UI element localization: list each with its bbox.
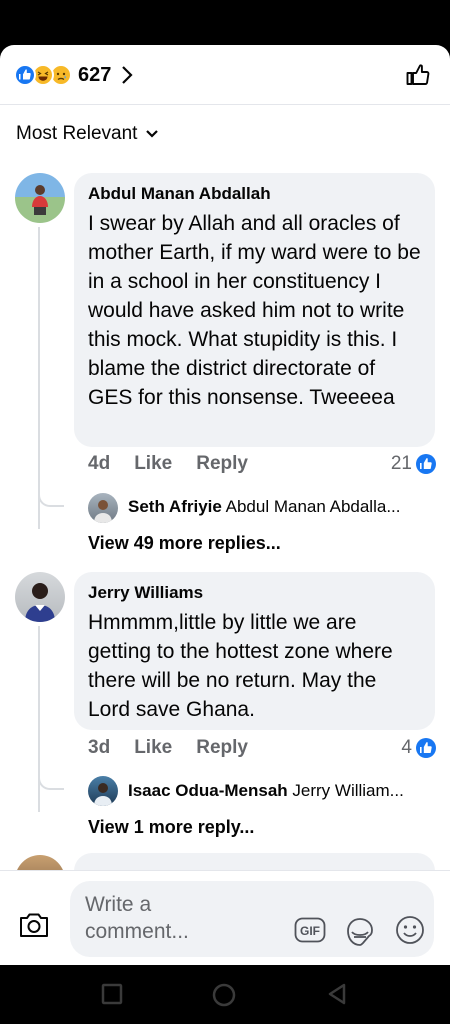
sort-label: Most Relevant bbox=[16, 123, 138, 144]
view-more-replies-link[interactable]: View 1 more reply... bbox=[88, 817, 254, 838]
comment-bubble[interactable]: Abdul Manan Abdallah I swear by Allah an… bbox=[74, 173, 435, 447]
comment-composer: Write a comment... GIF bbox=[0, 870, 450, 965]
reply-author[interactable]: Isaac Odua-Mensah bbox=[128, 781, 288, 800]
comment-actions: 3d Like Reply bbox=[88, 737, 248, 759]
thread-line bbox=[38, 227, 40, 529]
avatar[interactable] bbox=[15, 572, 65, 622]
comment-age: 3d bbox=[88, 737, 111, 758]
system-nav-bar bbox=[0, 965, 450, 1024]
comment-age: 4d bbox=[88, 453, 111, 474]
like-count[interactable]: 21 bbox=[391, 453, 436, 475]
back-icon[interactable] bbox=[326, 983, 348, 1005]
comment-actions: 4d Like Reply bbox=[88, 453, 248, 475]
reaction-count: 627 bbox=[78, 63, 112, 86]
reply-author[interactable]: Seth Afriyie bbox=[128, 497, 222, 516]
reply-link[interactable]: Reply bbox=[196, 453, 248, 475]
reply-preview[interactable]: Isaac Odua-Mensah Jerry William... bbox=[128, 781, 404, 801]
like-outline-icon[interactable] bbox=[404, 61, 432, 89]
reactions-summary[interactable]: 627 bbox=[14, 62, 133, 88]
like-count-number: 4 bbox=[401, 737, 412, 758]
comment-author[interactable]: Jerry Williams bbox=[88, 582, 421, 604]
reply-connector bbox=[38, 491, 64, 507]
chevron-right-icon bbox=[122, 66, 133, 84]
reply-preview[interactable]: Seth Afriyie Abdul Manan Abdalla... bbox=[128, 497, 401, 517]
chevron-down-icon bbox=[146, 130, 159, 138]
avatar[interactable] bbox=[88, 493, 118, 523]
sticker-icon[interactable] bbox=[344, 917, 376, 947]
comment-text: I swear by Allah and all oracles of moth… bbox=[88, 212, 421, 409]
view-more-replies-link[interactable]: View 49 more replies... bbox=[88, 533, 281, 554]
like-count[interactable]: 4 bbox=[401, 737, 436, 759]
comment-placeholder: Write a comment... bbox=[85, 893, 189, 943]
reply-text: Jerry William... bbox=[292, 781, 404, 800]
comment-input[interactable]: Write a comment... GIF bbox=[70, 881, 434, 957]
camera-icon[interactable] bbox=[18, 911, 50, 939]
like-count-number: 21 bbox=[390, 453, 412, 474]
gif-icon[interactable]: GIF bbox=[294, 917, 326, 943]
reply-link[interactable]: Reply bbox=[196, 737, 248, 759]
home-icon[interactable] bbox=[212, 983, 236, 1007]
reactions-header: 627 bbox=[0, 45, 450, 105]
reply-text: Abdul Manan Abdalla... bbox=[225, 497, 401, 516]
recents-icon[interactable] bbox=[101, 983, 123, 1005]
reply-connector bbox=[38, 774, 64, 790]
svg-text:GIF: GIF bbox=[300, 924, 320, 938]
avatar[interactable] bbox=[15, 173, 65, 223]
comment-bubble[interactable]: Jerry Williams Hmmmm,little by little we… bbox=[74, 572, 435, 730]
like-reaction-icon bbox=[416, 738, 436, 758]
comments-sheet: 627 Most Relevant Abdul Manan Abdallah I… bbox=[0, 45, 450, 965]
like-link[interactable]: Like bbox=[134, 453, 172, 475]
comment-text: Hmmmm,little by little we are getting to… bbox=[88, 611, 393, 721]
like-reaction-icon bbox=[416, 454, 436, 474]
like-link[interactable]: Like bbox=[134, 737, 172, 759]
comment-author[interactable]: Abdul Manan Abdallah bbox=[88, 183, 421, 205]
emoji-icon[interactable] bbox=[395, 915, 425, 945]
sort-dropdown[interactable]: Most Relevant bbox=[16, 123, 159, 145]
like-reaction-icon bbox=[14, 64, 36, 86]
avatar[interactable] bbox=[88, 776, 118, 806]
